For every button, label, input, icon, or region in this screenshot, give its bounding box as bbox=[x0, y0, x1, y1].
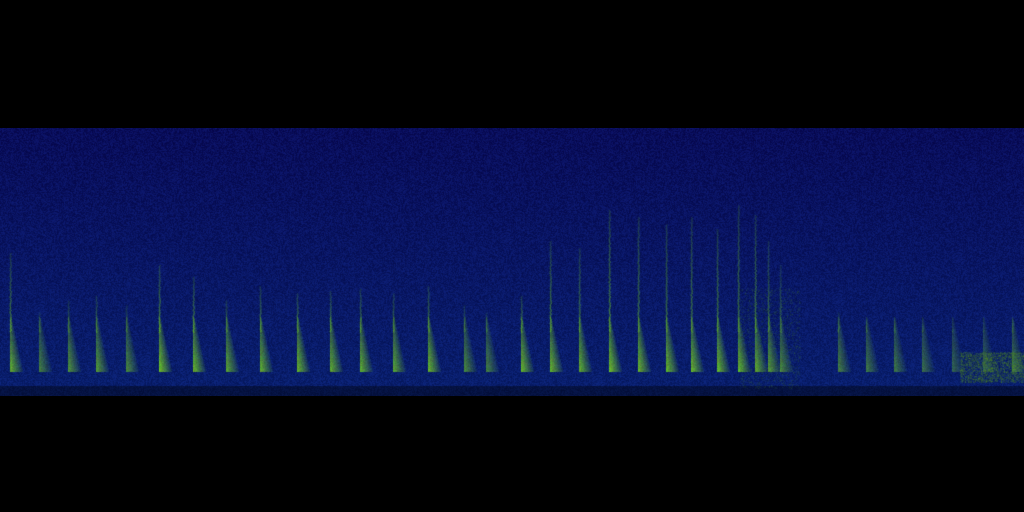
spectrogram-view bbox=[0, 0, 1024, 512]
bottom-letterbox-bar bbox=[0, 396, 1024, 512]
spectrogram-canvas bbox=[0, 128, 1024, 396]
top-letterbox-bar bbox=[0, 0, 1024, 128]
